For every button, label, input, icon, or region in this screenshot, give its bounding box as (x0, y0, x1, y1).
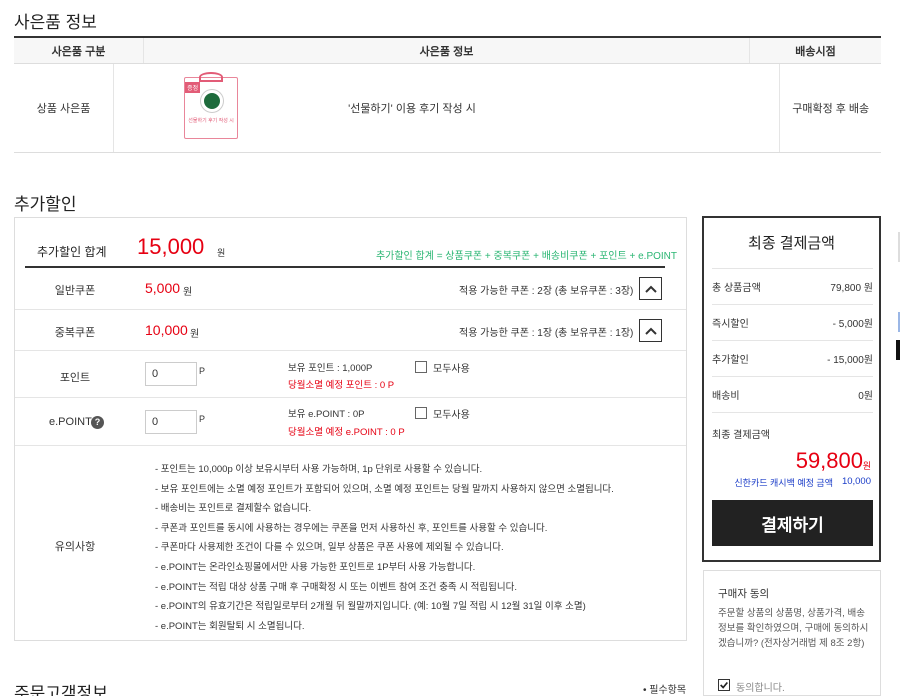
epoint-expire: 당월소멸 예정 e.POINT : 0 P (288, 427, 405, 438)
epoint-use-all-checkbox[interactable] (415, 407, 427, 419)
epoint-use-all-label: 모두사용 (433, 410, 470, 421)
final-amount-unit: 원 (862, 461, 871, 471)
summary-title: 최종 결제금액 (748, 235, 835, 252)
discount-formula: 추가할인 합계 = 상품쿠폰 + 중복쿠폰 + 배송비쿠폰 + 포인트 + e.… (375, 251, 677, 262)
notice-item: - 쿠폰마다 사용제한 조건이 다를 수 있으며, 일부 상품은 쿠폰 사용에 … (155, 542, 504, 554)
dup-coupon-unit: 원 (190, 329, 200, 340)
notice-item: - 쿠폰과 포인트를 동시에 사용하는 경우에는 쿠폰을 먼저 사용하신 후, … (155, 522, 548, 534)
epoint-input[interactable] (145, 410, 197, 434)
check-icon (720, 681, 728, 689)
epoint-unit: P (199, 414, 206, 424)
summary-row-label: 즉시할인 (712, 319, 749, 330)
gift-image-caption: 선물하기 후기 작성 시 (188, 118, 234, 124)
epoint-have: 보유 e.POINT : 0P (288, 409, 365, 420)
summary-row: 추가할인 - 15,000원 (712, 340, 873, 376)
notice-item: - e.POINT는 온라인쇼핑몰에서만 사용 가능한 포인트로 1P부터 사용… (155, 561, 476, 573)
general-coupon-available: 적용 가능한 쿠폰 : 2장 (총 보유쿠폰 : 3장) (459, 286, 634, 297)
gift-type: 상품 사은품 (14, 64, 115, 152)
pay-button[interactable]: 결제하기 (712, 500, 873, 546)
notice-item: - e.POINT는 회원탈퇴 시 소멸됩니다. (155, 620, 305, 632)
point-unit: P (199, 366, 206, 376)
summary-divider (712, 412, 873, 413)
gift-info-cell: 증정 선물하기 후기 작성 시 '선물하기' 이용 후기 작성 시 (114, 64, 781, 152)
gift-header-info: 사은품 정보 (144, 38, 750, 63)
summary-row-value: - 5,000원 (832, 319, 873, 330)
dup-coupon-available: 적용 가능한 쿠폰 : 1장 (총 보유쿠폰 : 1장) (459, 328, 634, 339)
epoint-row: e.POINT ? P 보유 e.POINT : 0P 당월소멸 예정 e.PO… (15, 398, 686, 446)
point-use-all-checkbox[interactable] (415, 361, 427, 373)
discount-total-unit: 원 (217, 248, 226, 258)
summary-row: 총 상품금액 79,800 원 (712, 268, 873, 304)
epoint-label: e.POINT (49, 416, 92, 428)
agree-text: 주문할 상품의 상품명, 상품가격, 배송정보를 확인하였으며, 구매에 동의하… (718, 608, 869, 649)
gift-product-image: 증정 선물하기 후기 작성 시 (184, 72, 239, 139)
notice-item: - 배송비는 포인트로 결제할수 없습니다. (155, 503, 312, 515)
point-have: 보유 포인트 : 1,000P (288, 363, 373, 374)
chevron-up-icon (644, 285, 657, 293)
payment-summary: 최종 결제금액 총 상품금액 79,800 원 즉시할인 - 5,000원 추가… (702, 216, 881, 562)
notice-label: 유의사항 (54, 541, 96, 553)
dup-coupon-row: 중복쿠폰 10,000 원 적용 가능한 쿠폰 : 1장 (총 보유쿠폰 : 1… (15, 310, 686, 351)
summary-row-value: 79,800 원 (830, 283, 873, 294)
discount-total-row: 추가할인 합계 15,000 원 추가할인 합계 = 상품쿠폰 + 중복쿠폰 +… (25, 218, 677, 268)
point-label: 포인트 (59, 372, 91, 384)
gift-delivery: 구매확정 후 배송 (792, 103, 870, 115)
notice-list: - 포인트는 10,000p 이상 보유시부터 사용 가능하며, 1p 단위로 … (155, 460, 614, 636)
gift-table-header: 사은품 구분 사은품 정보 배송시점 (14, 38, 881, 64)
summary-row-value: - 15,000원 (827, 355, 873, 366)
gift-ribbon-icon (199, 72, 224, 82)
discount-total-value: 15,000 (137, 234, 205, 259)
cashback-label: 신한카드 캐시백 예정 금액 (734, 478, 833, 488)
gift-row: 상품 사은품 증정 선물하기 후기 작성 시 '선물하기' 이용 후기 작성 시… (14, 64, 881, 153)
gift-tag: 증정 (185, 82, 201, 93)
notice-item: - e.POINT의 유효기간은 적립일로부터 2개월 뒤 월말까지입니다. (… (155, 601, 586, 613)
summary-row-label: 추가할인 (712, 355, 749, 366)
general-coupon-label: 일반쿠폰 (54, 285, 96, 297)
summary-row-label: 총 상품금액 (712, 283, 761, 294)
final-amount-value: 59,800 (795, 448, 863, 473)
gift-header-type: 사은품 구분 (14, 38, 144, 63)
gift-header-delivery: 배송시점 (795, 45, 836, 58)
coffee-cup-icon (201, 90, 224, 112)
gift-section-title: 사은품 정보 (14, 13, 97, 32)
gift-table: 사은품 구분 사은품 정보 배송시점 상품 사은품 증정 선물하기 후기 작성 … (14, 36, 881, 153)
dup-coupon-label: 중복쿠폰 (54, 327, 96, 339)
discount-total-label: 추가할인 합계 (37, 245, 107, 259)
point-row: 포인트 P 보유 포인트 : 1,000P 당월소멸 예정 포인트 : 0 P … (15, 351, 686, 398)
dup-coupon-toggle-button[interactable] (639, 319, 662, 342)
side-widget-edge (896, 232, 900, 360)
point-use-all-label: 모두사용 (433, 364, 470, 375)
buyer-agreement: 구매자 동의 주문할 상품의 상품명, 상품가격, 배송정보를 확인하였으며, … (703, 570, 881, 696)
customer-section-title: 주문고객정보 (14, 684, 108, 696)
notice-item: - 포인트는 10,000p 이상 보유시부터 사용 가능하며, 1p 단위로 … (155, 464, 483, 475)
dup-coupon-value: 10,000 (145, 322, 188, 338)
final-amount-label: 최종 결제금액 (712, 430, 770, 441)
gift-info-text: '선물하기' 이용 후기 작성 시 (348, 103, 476, 115)
general-coupon-toggle-button[interactable] (639, 277, 662, 300)
cashback-value: 10,000 (841, 476, 871, 487)
help-icon[interactable]: ? (91, 416, 104, 429)
point-input[interactable] (145, 362, 197, 386)
discount-panel: 추가할인 합계 15,000 원 추가할인 합계 = 상품쿠폰 + 중복쿠폰 +… (14, 217, 687, 641)
general-coupon-row: 일반쿠폰 5,000 원 적용 가능한 쿠폰 : 2장 (총 보유쿠폰 : 3장… (15, 268, 686, 310)
agree-check-label: 동의합니다. (736, 683, 785, 694)
summary-row-label: 배송비 (712, 391, 740, 402)
summary-row-value: 0원 (858, 391, 873, 402)
required-note: • 필수항목 (643, 685, 687, 696)
agree-checkbox[interactable] (718, 679, 730, 691)
chevron-up-icon (644, 327, 657, 335)
discount-section-title: 추가할인 (14, 195, 77, 214)
agree-title: 구매자 동의 (718, 588, 770, 600)
notice-row: 유의사항 - 포인트는 10,000p 이상 보유시부터 사용 가능하며, 1p… (15, 446, 686, 640)
point-expire: 당월소멸 예정 포인트 : 0 P (288, 380, 395, 391)
notice-item: - 보유 포인트에는 소멸 예정 포인트가 포함되어 있으며, 소멸 예정 포인… (155, 483, 614, 495)
notice-item: - e.POINT는 적립 대상 상품 구매 후 구매확정 시 또는 이벤트 참… (155, 581, 518, 593)
summary-row: 즉시할인 - 5,000원 (712, 304, 873, 340)
general-coupon-value: 5,000 (145, 280, 181, 296)
general-coupon-unit: 원 (183, 287, 193, 298)
summary-row: 배송비 0원 (712, 376, 873, 412)
